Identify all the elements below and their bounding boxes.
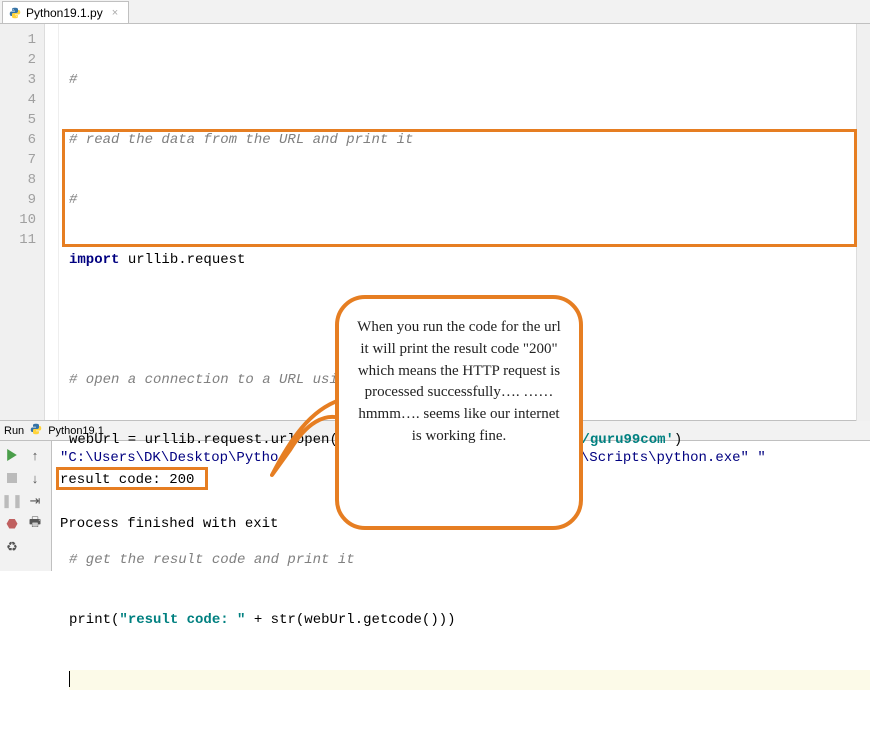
trash-icon[interactable]: ♻: [2, 537, 22, 557]
run-label: Run: [4, 425, 24, 437]
pause-button[interactable]: ❚❚: [2, 491, 22, 511]
text-cursor: [69, 671, 70, 687]
step-down-icon[interactable]: ↓: [25, 468, 45, 488]
tab-filename: Python19.1.py: [26, 6, 103, 20]
vertical-scrollbar[interactable]: [856, 24, 870, 421]
line-number-gutter: 123 456 789 1011: [0, 24, 45, 420]
callout-text: When you run the code for the url it wil…: [357, 319, 561, 444]
wrap-icon[interactable]: ⇥: [25, 491, 45, 511]
file-tab[interactable]: Python19.1.py ×: [2, 1, 129, 23]
step-up-icon[interactable]: ↑: [25, 445, 45, 465]
close-tab-icon[interactable]: ×: [112, 7, 118, 19]
editor-tab-bar: Python19.1.py ×: [0, 0, 870, 24]
python-run-icon: [30, 423, 42, 438]
fold-strip: [45, 24, 59, 420]
rerun-button[interactable]: [2, 445, 22, 465]
annotation-callout: When you run the code for the url it wil…: [335, 295, 583, 530]
exit-button[interactable]: ⬣: [2, 514, 22, 534]
print-icon[interactable]: 🖶: [25, 514, 45, 534]
console-toolbar: ↑ ↓ ❚❚ ⇥ ⬣ 🖶 ♻: [0, 441, 52, 571]
python-file-icon: [9, 7, 21, 19]
stop-button[interactable]: [2, 468, 22, 488]
